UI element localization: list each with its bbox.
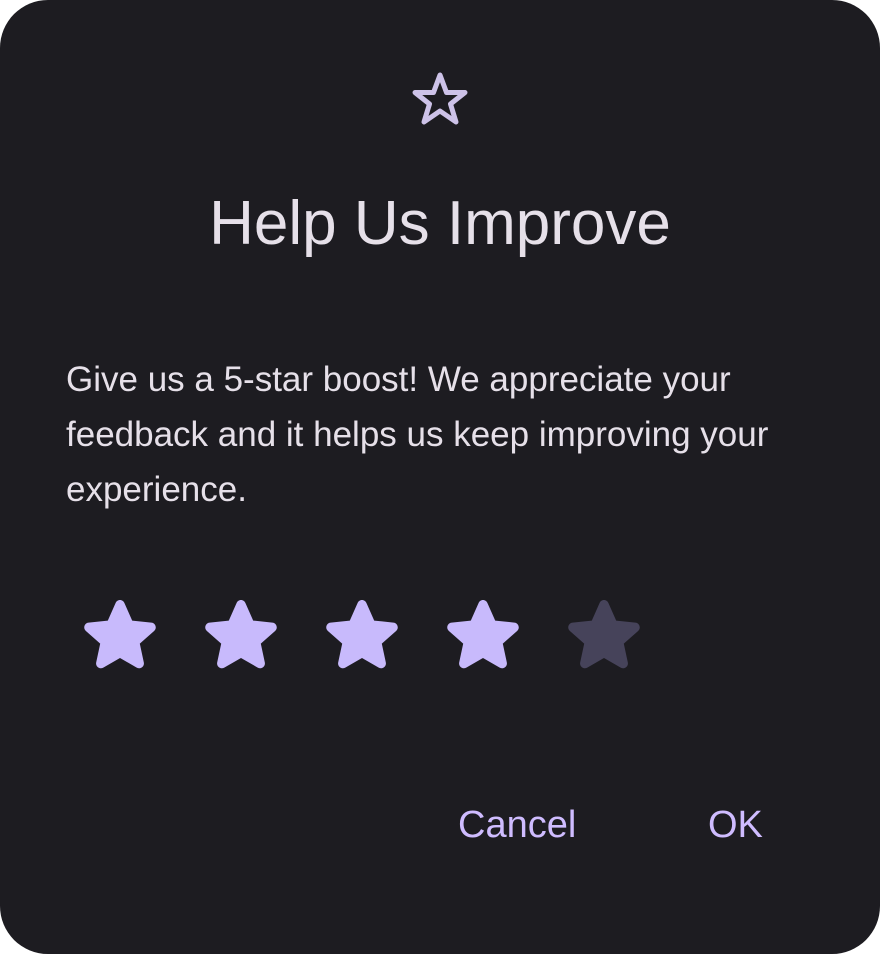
star-rating (70, 586, 675, 686)
dialog-actions: Cancel OK (0, 790, 880, 860)
star-icon (326, 600, 398, 669)
rating-star-4[interactable] (433, 586, 533, 686)
star-icon (84, 600, 156, 669)
star-icon (447, 600, 519, 669)
rating-star-5[interactable] (554, 586, 654, 686)
rating-star-1[interactable] (70, 586, 170, 686)
rating-star-2[interactable] (191, 586, 291, 686)
ok-button[interactable]: OK (708, 790, 763, 860)
star-icon (568, 600, 640, 669)
rating-dialog: Help Us Improve Give us a 5-star boost! … (0, 0, 880, 954)
star-outline-icon (410, 70, 470, 130)
star-icon (205, 600, 277, 669)
rating-star-3[interactable] (312, 586, 412, 686)
dialog-message: Give us a 5-star boost! We appreciate yo… (66, 360, 769, 509)
dialog-title: Help Us Improve (209, 189, 671, 258)
cancel-button[interactable]: Cancel (458, 790, 576, 860)
